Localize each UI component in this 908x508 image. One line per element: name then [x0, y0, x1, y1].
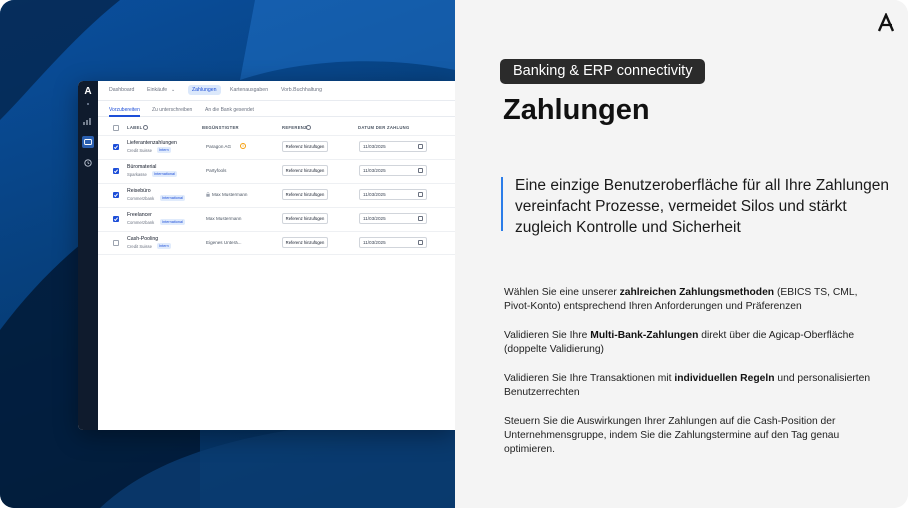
lead-quote: Eine einzige Benutzeroberfläche für all …: [515, 177, 889, 236]
calendar-icon[interactable]: [418, 240, 423, 245]
row-checkbox[interactable]: [113, 216, 119, 222]
tab-zu-unterschreiben[interactable]: Zu unterschreiben: [152, 107, 192, 113]
sidebar-dot: [87, 103, 89, 105]
brand-logo: [877, 13, 895, 32]
page-title: Zahlungen: [503, 94, 650, 126]
top-navigation: Dashboard Einkäufe ⌄ Zahlungen Kartenaus…: [98, 81, 455, 101]
paragraph-text: Steuern Sie die Auswirkungen Ihrer Zahlu…: [504, 416, 840, 455]
add-reference-button[interactable]: Referenz hinzufügen: [282, 237, 328, 248]
chevron-down-icon[interactable]: ⌄: [171, 87, 175, 93]
warning-icon: !: [240, 143, 246, 149]
quote-accent-bar: [501, 177, 503, 231]
chart-icon[interactable]: [82, 115, 94, 127]
row-label: Freelancer: [127, 212, 152, 218]
paragraph-highlight: zahlreichen Zahlungsmethoden: [619, 287, 775, 298]
nav-dashboard[interactable]: Dashboard: [109, 87, 134, 93]
feature-paragraph: Wählen Sie eine unserer zahlreichen Zahl…: [504, 286, 874, 314]
calendar-icon[interactable]: [418, 216, 423, 221]
row-beneficiary: Max Mustermann: [212, 192, 248, 197]
date-value: 11/03/2025: [363, 168, 386, 173]
date-field[interactable]: 11/03/2025: [359, 213, 427, 224]
left-visual-panel: A Dashboard Einkäufe ⌄ Zahlungen Kartena…: [0, 0, 455, 508]
row-checkbox[interactable]: [113, 144, 119, 150]
date-value: 11/03/2025: [363, 144, 386, 149]
row-label: Büromaterial: [127, 164, 157, 170]
date-field[interactable]: 11/03/2025: [359, 189, 427, 200]
payments-icon[interactable]: [82, 136, 94, 148]
add-reference-button[interactable]: Referenz hinzufügen: [282, 165, 328, 176]
row-checkbox[interactable]: [113, 168, 119, 174]
row-bank: Sparkasse: [127, 172, 147, 177]
nav-zahlungen[interactable]: Zahlungen: [188, 85, 221, 95]
info-icon: [306, 125, 311, 130]
row-checkbox[interactable]: [113, 192, 119, 198]
table-row[interactable]: Lieferantenzahlungen Credit Suisse Inter…: [98, 135, 455, 159]
feature-paragraph: Steuern Sie die Auswirkungen Ihrer Zahlu…: [504, 415, 874, 457]
row-badge: International: [160, 195, 185, 201]
app-window: A Dashboard Einkäufe ⌄ Zahlungen Kartena…: [78, 81, 455, 430]
app-sidebar: A: [78, 81, 98, 430]
date-field[interactable]: 11/03/2025: [359, 237, 427, 248]
paragraph-text: Validieren Sie Ihre: [504, 330, 591, 341]
lock-icon: [206, 192, 210, 197]
column-beneficiary: BEGÜNSTIGTER: [202, 125, 239, 130]
row-badge: International: [160, 219, 185, 225]
paragraph-highlight: Multi-Bank-Zahlungen: [590, 330, 699, 341]
nav-vorb-buchhaltung[interactable]: Vorb.Buchhaltung: [281, 87, 322, 93]
add-reference-button[interactable]: Referenz hinzufügen: [282, 189, 328, 200]
row-beneficiary: Max Mustermann: [206, 216, 242, 221]
row-label: Lieferantenzahlungen: [127, 140, 177, 146]
feature-paragraph: Validieren Sie Ihre Multi-Bank-Zahlungen…: [504, 329, 874, 357]
info-icon: [143, 125, 148, 130]
row-bank: Credit Suisse: [127, 148, 152, 153]
feature-paragraph: Validieren Sie Ihre Transaktionen mit in…: [504, 372, 874, 400]
slide: A Dashboard Einkäufe ⌄ Zahlungen Kartena…: [0, 0, 908, 508]
table-header: LABEL BEGÜNSTIGTER REFERENZ DATUM DER ZA…: [98, 122, 455, 134]
right-text-panel: Banking & ERP connectivity Zahlungen Ein…: [455, 0, 908, 508]
row-badge: Intern: [157, 243, 171, 249]
paragraph-text: Wählen Sie eine unserer: [504, 287, 620, 298]
sub-tabs: Vorzubereiten Zu unterschreiben An die B…: [98, 101, 455, 117]
app-logo[interactable]: A: [83, 86, 93, 98]
row-beneficiary: Paragon AG: [206, 144, 232, 149]
row-label: Cash-Pooling: [127, 236, 159, 242]
row-badge: International: [152, 171, 177, 177]
refresh-icon[interactable]: [82, 157, 94, 169]
row-bank: Credit Suisse: [127, 244, 152, 249]
active-tab-underline: [109, 115, 140, 117]
add-reference-button[interactable]: Referenz hinzufügen: [282, 213, 328, 224]
column-payment-date: DATUM DER ZAHLUNG: [358, 125, 410, 130]
select-all-checkbox[interactable]: [113, 125, 119, 131]
row-beneficiary: Partyfools: [206, 168, 227, 173]
date-field[interactable]: 11/03/2025: [359, 165, 427, 176]
row-badge: Intern: [157, 147, 171, 153]
date-value: 11/03/2025: [363, 192, 386, 197]
nav-kartenausgaben[interactable]: Kartenausgaben: [230, 87, 268, 93]
paragraph-highlight: individuellen Regeln: [674, 373, 775, 384]
calendar-icon[interactable]: [418, 192, 423, 197]
calendar-icon[interactable]: [418, 144, 423, 149]
table-row[interactable]: Freelancer Commerzbank International Max…: [98, 207, 455, 231]
row-label: Reisebüro: [127, 188, 151, 194]
row-bank: Commerzbank: [127, 196, 155, 201]
column-label: LABEL: [127, 125, 143, 130]
category-tag: Banking & ERP connectivity: [500, 59, 706, 84]
tab-vorzubereiten[interactable]: Vorzubereiten: [109, 107, 140, 113]
column-reference: REFERENZ: [282, 125, 307, 130]
table-row[interactable]: Büromaterial Sparkasse International Par…: [98, 159, 455, 183]
app-main: Dashboard Einkäufe ⌄ Zahlungen Kartenaus…: [98, 81, 455, 430]
tab-an-die-bank-gesendet[interactable]: An die Bank gesendet: [205, 107, 254, 113]
add-reference-button[interactable]: Referenz hinzufügen: [282, 141, 328, 152]
nav-einkaeufe[interactable]: Einkäufe: [147, 87, 167, 93]
row-beneficiary: Eigenes Unterä...: [206, 240, 242, 245]
date-value: 11/03/2025: [363, 216, 386, 221]
calendar-icon[interactable]: [418, 168, 423, 173]
table-row[interactable]: Reisebüro Commerzbank International Max …: [98, 183, 455, 207]
date-field[interactable]: 11/03/2025: [359, 141, 427, 152]
paragraph-text: Validieren Sie Ihre Transaktionen mit: [504, 373, 675, 384]
date-value: 11/03/2025: [363, 240, 386, 245]
row-bank: Commerzbank: [127, 220, 155, 225]
row-checkbox[interactable]: [113, 240, 119, 246]
table-row[interactable]: Cash-Pooling Credit Suisse Intern Eigene…: [98, 231, 455, 255]
